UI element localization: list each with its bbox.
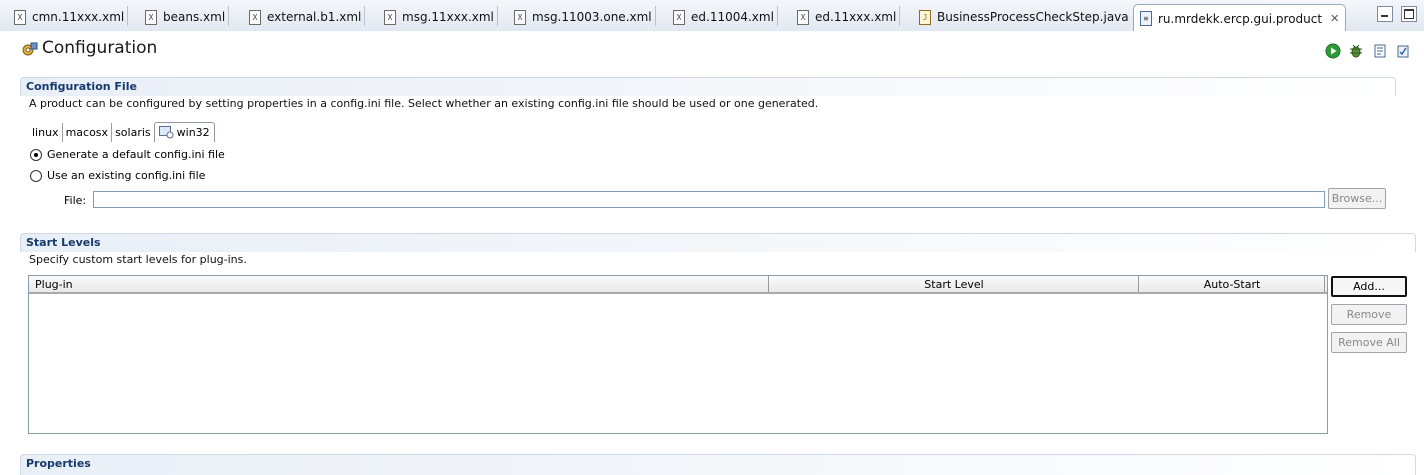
product-file-icon: ≡ — [1140, 11, 1152, 26]
editor-tab-bar: X cmn.11xxx.xml X beans.xml X external.b… — [0, 0, 1424, 32]
radio-button[interactable] — [30, 169, 42, 182]
close-icon[interactable]: ✕ — [1330, 12, 1339, 25]
tab-ed-11004-xml[interactable]: X ed.11004.xml — [673, 4, 778, 30]
minimize-button[interactable] — [1377, 6, 1393, 22]
file-path-input[interactable] — [93, 191, 1325, 208]
xml-file-icon: X — [797, 9, 809, 25]
section-description: A product can be configured by setting p… — [29, 97, 819, 110]
table-header: Plug-in Start Level Auto-Start — [29, 276, 1327, 294]
tab-businessprocess-java[interactable]: J BusinessProcessCheckStep.java — [919, 4, 1129, 30]
file-label: File: — [64, 194, 87, 207]
tab-label: cmn.11xxx.xml — [32, 10, 125, 24]
section-description: Specify custom start levels for plug-ins… — [29, 253, 247, 266]
product-config-icon — [22, 42, 38, 56]
tab-label: msg.11xxx.xml — [402, 10, 494, 24]
help-icon[interactable] — [1395, 43, 1411, 59]
xml-file-icon: X — [673, 9, 685, 25]
configuration-file-section-header[interactable]: Configuration File — [20, 77, 1396, 96]
add-button[interactable]: Add... — [1331, 276, 1407, 297]
radio-label: Use an existing config.ini file — [47, 169, 206, 182]
page-title: Configuration — [42, 38, 158, 58]
tab-product-active[interactable]: ≡ ru.mrdekk.ercp.gui.product ✕ — [1133, 4, 1347, 32]
export-icon[interactable] — [1372, 43, 1388, 59]
tab-label: ed.11004.xml — [691, 10, 774, 24]
xml-file-icon: X — [514, 9, 526, 25]
tab-win32[interactable]: win32 — [153, 122, 215, 142]
tab-label: win32 — [176, 125, 210, 139]
tab-solaris[interactable]: solaris — [112, 123, 154, 142]
browse-button[interactable]: Browse... — [1328, 188, 1386, 209]
column-header-plugin[interactable]: Plug-in — [35, 278, 73, 292]
tab-linux[interactable]: linux — [29, 123, 63, 142]
tab-external-xml[interactable]: X external.b1.xml — [249, 4, 366, 30]
run-icon[interactable] — [1325, 43, 1341, 59]
radio-button-selected[interactable] — [30, 148, 42, 161]
tab-label: external.b1.xml — [267, 10, 362, 24]
start-levels-table[interactable]: Plug-in Start Level Auto-Start — [28, 275, 1328, 434]
radio-label: Generate a default config.ini file — [47, 148, 225, 161]
tab-label: msg.11003.one.xml — [532, 10, 652, 24]
remove-all-button[interactable]: Remove All — [1331, 332, 1407, 353]
os-tabs: linux macosx solaris win32 — [29, 122, 215, 142]
generate-default-option[interactable]: Generate a default config.ini file — [30, 148, 225, 161]
tab-macosx[interactable]: macosx — [63, 123, 113, 142]
tab-label: BusinessProcessCheckStep.java — [937, 10, 1129, 24]
tab-label: beans.xml — [163, 10, 226, 24]
use-existing-option[interactable]: Use an existing config.ini file — [30, 169, 205, 182]
remove-button[interactable]: Remove — [1331, 304, 1407, 325]
maximize-button[interactable] — [1401, 6, 1417, 22]
form-header: Configuration — [0, 31, 1424, 67]
column-header-start-level[interactable]: Start Level — [769, 278, 1139, 292]
tab-ed-11xxx-xml[interactable]: X ed.11xxx.xml — [797, 4, 901, 30]
start-levels-section-header[interactable]: Start Levels — [20, 233, 1416, 252]
java-file-icon: J — [919, 9, 931, 25]
debug-icon[interactable] — [1348, 43, 1364, 59]
section-title: Start Levels — [26, 236, 101, 249]
tab-label: ru.mrdekk.ercp.gui.product — [1158, 11, 1323, 26]
tab-msg-11003-xml[interactable]: X msg.11003.one.xml — [514, 4, 656, 30]
tab-beans-xml[interactable]: X beans.xml — [145, 4, 230, 30]
xml-file-icon: X — [384, 9, 396, 25]
properties-section-header[interactable]: Properties — [20, 454, 1416, 475]
windows-os-icon — [158, 126, 174, 139]
tab-cmn-xml[interactable]: X cmn.11xxx.xml — [14, 4, 129, 30]
section-title: Configuration File — [26, 80, 137, 93]
tab-label: ed.11xxx.xml — [815, 10, 897, 24]
column-header-auto-start[interactable]: Auto-Start — [1139, 278, 1325, 292]
xml-file-icon: X — [249, 9, 261, 25]
xml-file-icon: X — [145, 9, 157, 25]
xml-file-icon: X — [14, 9, 26, 25]
section-title: Properties — [26, 457, 91, 470]
tab-msg-11xxx-xml[interactable]: X msg.11xxx.xml — [384, 4, 498, 30]
